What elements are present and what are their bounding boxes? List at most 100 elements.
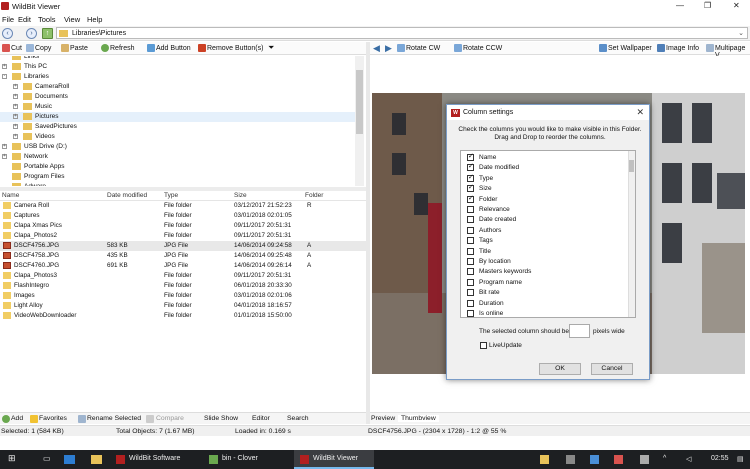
add-button[interactable]: Add (11, 415, 23, 422)
tree-scrollbar[interactable] (355, 56, 364, 186)
tray-icon-5[interactable] (640, 455, 649, 464)
ok-button[interactable]: OK (539, 363, 581, 375)
column-option[interactable]: Program name (467, 278, 622, 288)
editor-button[interactable]: Editor (252, 415, 270, 422)
column-option[interactable]: Date created (467, 215, 622, 225)
paste-button[interactable]: Paste (70, 45, 88, 52)
file-row[interactable]: Images File folder 03/01/2018 02:01:06 (0, 291, 366, 301)
column-option[interactable]: Tags (467, 236, 622, 246)
expand-icon[interactable]: + (13, 104, 18, 109)
tray-icon-4[interactable] (614, 455, 623, 464)
compare-button[interactable]: Compare (156, 415, 184, 422)
close-button[interactable]: ✕ (733, 1, 740, 10)
expand-icon[interactable]: + (13, 124, 18, 129)
column-checkbox[interactable] (467, 206, 474, 213)
file-row[interactable]: DSCF4760.JPG 691 KB JPG File 14/06/2014 09:… (0, 261, 366, 271)
maximize-button[interactable]: ❐ (704, 1, 711, 10)
file-row[interactable]: DSCF4758.JPG 435 KB JPG File 14/06/2014 09:… (0, 251, 366, 261)
menu-view[interactable]: View (64, 15, 80, 24)
column-list-scrollbar[interactable] (628, 151, 635, 317)
column-option[interactable]: Folder (467, 194, 622, 205)
expand-icon[interactable]: + (2, 144, 7, 149)
column-checkbox[interactable] (467, 194, 474, 203)
file-row[interactable]: Light Alloy File folder 04/01/2018 18:16:5… (0, 301, 366, 311)
column-checkbox[interactable] (467, 278, 474, 286)
file-row[interactable]: Clapa_Photos2 File folder 09/11/2017 20:51… (0, 231, 366, 241)
column-header-type[interactable]: Type (164, 192, 178, 202)
column-checkbox[interactable] (467, 183, 474, 193)
tree-item[interactable]: Program Files (0, 172, 355, 182)
favorites-button[interactable]: Favorites (39, 415, 67, 422)
tree-item[interactable]: + Pictures (0, 112, 355, 122)
menu-help[interactable]: Help (87, 15, 102, 24)
expand-icon[interactable]: + (13, 94, 18, 99)
up-folder-icon[interactable]: ↑ (42, 28, 53, 39)
search-button[interactable]: Search (287, 415, 309, 422)
expand-icon[interactable]: + (13, 114, 18, 119)
dialog-close-icon[interactable]: ✕ (636, 107, 644, 118)
file-row[interactable]: Clapa Xmas Pics File folder 09/11/2017 20:… (0, 221, 366, 231)
start-icon[interactable]: ⊞ (8, 453, 16, 464)
column-checkbox[interactable] (467, 268, 474, 276)
collapse-icon[interactable]: - (2, 74, 7, 79)
tree-item[interactable]: + Documents (0, 92, 355, 102)
column-checkbox[interactable] (467, 289, 474, 297)
tree-item[interactable]: + This PC (0, 62, 355, 72)
tree-item[interactable]: + CameraRoll (0, 82, 355, 92)
column-option[interactable]: Masters keywords (467, 267, 622, 277)
task-bin-clover[interactable]: bin - Clover (203, 450, 288, 469)
tree-item[interactable]: Adware (0, 182, 355, 186)
column-option[interactable]: Title (467, 247, 622, 257)
column-header-name[interactable]: Name (2, 192, 19, 202)
previous-icon[interactable]: ◀ (373, 43, 380, 54)
column-checkbox[interactable] (467, 216, 474, 224)
column-header-folder[interactable]: Folder (305, 192, 323, 202)
file-row[interactable]: Clapa_Photos3 File folder 09/11/2017 20:51… (0, 271, 366, 281)
live-update-checkbox[interactable] (480, 342, 487, 349)
column-checkbox[interactable] (467, 237, 474, 245)
column-checkbox[interactable] (467, 173, 474, 182)
tree-item[interactable]: + Videos (0, 132, 355, 142)
minimize-button[interactable]: — (676, 1, 684, 10)
file-row[interactable]: FlashIntegro File folder 06/01/2018 20:33:… (0, 281, 366, 291)
column-option[interactable]: Date modified (467, 162, 622, 173)
column-option[interactable]: Bit rate (467, 288, 622, 298)
forward-icon[interactable]: › (26, 28, 37, 39)
menu-tools[interactable]: Tools (38, 15, 56, 24)
add-button-button[interactable]: Add Button (156, 45, 191, 52)
cancel-button[interactable]: Cancel (591, 363, 633, 375)
volume-icon[interactable]: ◁ (686, 455, 691, 463)
column-option[interactable]: Authors (467, 226, 622, 236)
copy-button[interactable]: Copy (35, 45, 51, 52)
chevron-down-icon[interactable]: ⌄ (738, 29, 744, 37)
expand-icon[interactable]: + (13, 84, 18, 89)
file-row[interactable]: VideoWebDownloader File folder 01/01/2018 … (0, 311, 366, 321)
set-wallpaper-button[interactable]: Set Wallpaper (608, 45, 652, 52)
column-checkbox[interactable] (467, 299, 474, 307)
rotate-ccw-button[interactable]: Rotate CCW (463, 45, 502, 52)
expand-icon[interactable]: + (13, 134, 18, 139)
column-width-input[interactable] (569, 324, 590, 338)
file-row[interactable]: DSCF4756.JPG 583 KB JPG File 14/06/2014 09:… (0, 241, 366, 251)
rename-selected-button[interactable]: Rename Selected (87, 415, 141, 422)
column-option[interactable]: Is online (467, 309, 622, 317)
tree-item[interactable]: Portable Apps (0, 162, 355, 172)
task-view-icon[interactable]: ▭ (43, 454, 51, 463)
task-wildbit-software[interactable]: WildBit Software (110, 450, 200, 469)
menu-edit[interactable]: Edit (18, 15, 31, 24)
column-header-size[interactable]: Size (234, 192, 247, 202)
tree-item[interactable]: + USB Drive (D:) (0, 142, 355, 152)
column-checkbox[interactable] (467, 247, 474, 255)
column-option[interactable]: Type (467, 173, 622, 184)
tree-item[interactable]: + SavedPictures (0, 122, 355, 132)
column-option[interactable]: Name (467, 152, 622, 163)
column-list-scrollbar-thumb[interactable] (629, 160, 634, 172)
column-checkbox[interactable] (467, 310, 474, 317)
tree-item[interactable]: + Music (0, 102, 355, 112)
task-wildbit-viewer[interactable]: WildBit Viewer (294, 450, 374, 469)
address-field[interactable]: Libraries\Pictures ⌄ (56, 27, 748, 39)
expand-icon[interactable]: + (2, 154, 7, 159)
rotate-cw-button[interactable]: Rotate CW (406, 45, 440, 52)
notification-icon[interactable]: ▤ (737, 455, 744, 463)
column-checkbox[interactable] (467, 152, 474, 161)
